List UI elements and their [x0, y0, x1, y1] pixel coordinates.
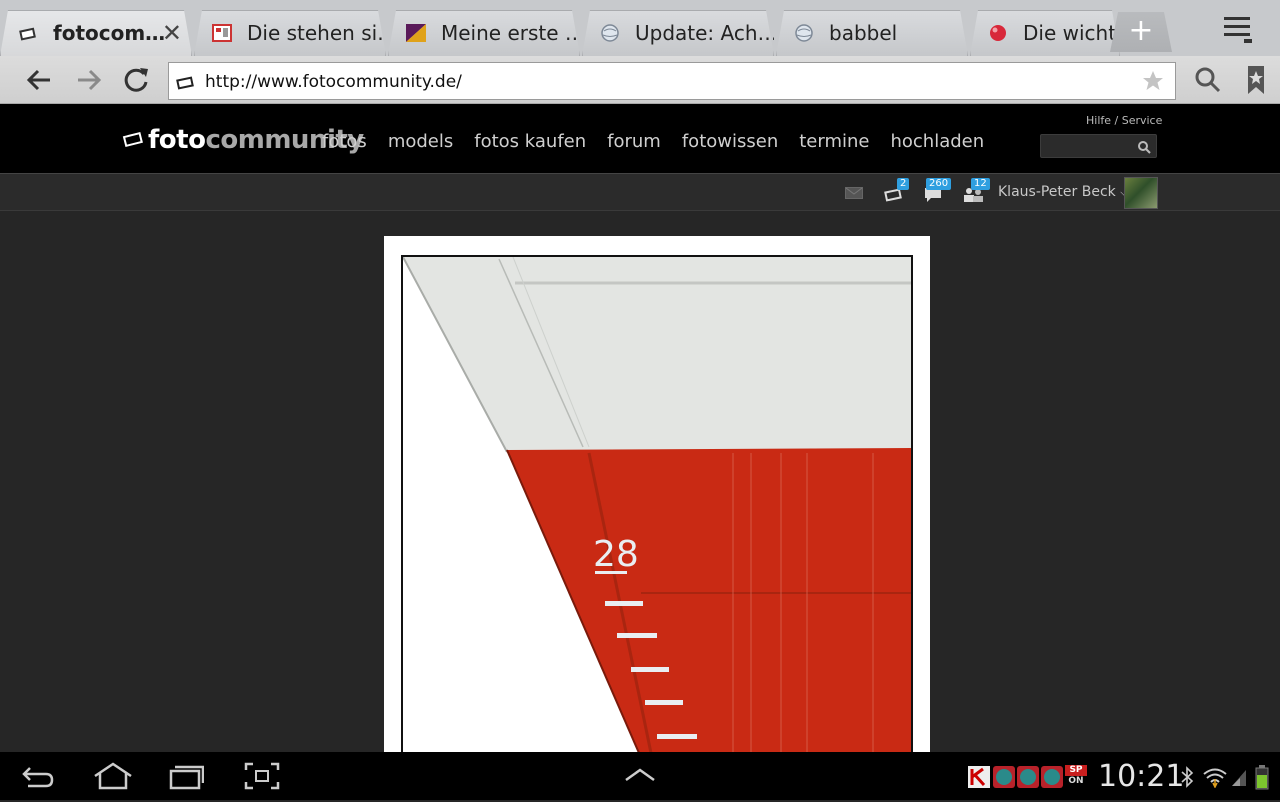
- sp-on-icon[interactable]: SP ON: [1065, 765, 1087, 789]
- tab-title: Die wichtig: [1023, 21, 1120, 45]
- photo-card: 28: [384, 236, 930, 756]
- draft-number: 28: [593, 534, 639, 575]
- flag-favicon: [406, 24, 426, 42]
- nav-hochladen[interactable]: hochladen: [890, 104, 984, 173]
- recent-apps-icon[interactable]: [168, 762, 204, 790]
- globe-favicon: [601, 24, 619, 42]
- red-ball-favicon: [990, 25, 1006, 41]
- back-nav-icon[interactable]: [20, 762, 56, 790]
- help-service-link[interactable]: Hilfe / Service: [1086, 114, 1162, 127]
- comments-notifications[interactable]: 260: [924, 178, 964, 203]
- tab-title: Die stehen si…: [247, 21, 386, 45]
- signal-icon: [1232, 770, 1246, 786]
- user-bar: 2 260 12 Klaus-Peter Beck ⌵: [0, 173, 1280, 211]
- antivirus-k-icon[interactable]: [968, 766, 990, 788]
- fotocommunity-favicon: [176, 76, 194, 90]
- url-field[interactable]: http://www.fotocommunity.de/: [168, 62, 1176, 100]
- camera-notifications[interactable]: 2: [884, 178, 910, 203]
- browser-menu-icon[interactable]: [1222, 14, 1254, 44]
- username: Klaus-Peter Beck: [998, 184, 1116, 200]
- main-content: 28: [0, 211, 1280, 756]
- chevron-up-icon[interactable]: [622, 762, 658, 790]
- reload-icon[interactable]: [116, 62, 156, 98]
- browser-tab-strip: fotocom… ✕ Die stehen si… Meine erste … …: [0, 0, 1280, 56]
- globe-favicon: [795, 24, 813, 42]
- sp-label: SP: [1065, 765, 1087, 776]
- tab-title: Meine erste …: [441, 21, 580, 45]
- friends-notifications[interactable]: 12: [962, 178, 996, 203]
- nav-fotos[interactable]: fotos: [322, 104, 367, 173]
- tab-fotocommunity[interactable]: fotocom… ✕: [0, 10, 192, 56]
- photo[interactable]: 28: [401, 255, 913, 755]
- new-tab-button[interactable]: +: [1110, 12, 1172, 52]
- app-notification-icon[interactable]: [993, 766, 1015, 788]
- app-notification-icon[interactable]: [1041, 766, 1063, 788]
- logo-text-foto: foto: [148, 125, 206, 155]
- clock: 10:21: [1098, 759, 1185, 794]
- system-navigation-bar: SP ON 10:21: [0, 752, 1280, 800]
- bookmarks-icon[interactable]: [1236, 62, 1276, 98]
- nav-forum[interactable]: forum: [607, 104, 661, 173]
- tab-blog[interactable]: Meine erste …: [388, 10, 580, 56]
- site-header: fotocommunity fotos models fotos kaufen …: [0, 104, 1280, 173]
- nav-models[interactable]: models: [388, 104, 453, 173]
- wifi-icon: [1203, 768, 1227, 788]
- battery-icon: [1255, 765, 1269, 790]
- url-text: http://www.fotocommunity.de/: [205, 72, 462, 92]
- ship-hull-image: 28: [403, 257, 911, 753]
- friends-count-badge: 12: [971, 178, 990, 190]
- tab-babbel[interactable]: babbel: [776, 10, 968, 56]
- logo-camera-icon: [122, 132, 143, 148]
- comments-count-badge: 260: [926, 178, 952, 190]
- tab-title: Update: Ach…: [635, 21, 774, 45]
- main-nav: fotos models fotos kaufen forum fotowiss…: [322, 104, 1005, 173]
- camera-count-badge: 2: [897, 178, 910, 190]
- site-search-input[interactable]: [1040, 134, 1157, 158]
- nav-termine[interactable]: termine: [799, 104, 869, 173]
- bookmark-star-icon[interactable]: [1141, 69, 1165, 93]
- tab-update[interactable]: Update: Ach…: [582, 10, 774, 56]
- tab-news[interactable]: Die stehen si…: [194, 10, 386, 56]
- close-tab-icon[interactable]: ✕: [162, 10, 182, 56]
- fotocommunity-favicon: [19, 27, 36, 41]
- tab-die-wichtig[interactable]: Die wichtig: [970, 10, 1120, 56]
- tab-title: babbel: [829, 21, 898, 45]
- forward-icon[interactable]: [68, 62, 108, 98]
- nav-fotos-kaufen[interactable]: fotos kaufen: [474, 104, 586, 173]
- user-menu[interactable]: Klaus-Peter Beck ⌵: [998, 174, 1129, 211]
- home-icon[interactable]: [92, 762, 134, 790]
- back-icon[interactable]: [20, 62, 60, 98]
- app-notification-icon[interactable]: [1017, 766, 1039, 788]
- search-icon[interactable]: [1137, 140, 1151, 154]
- envelope-icon[interactable]: [845, 187, 863, 199]
- tab-title: fotocom…: [53, 21, 166, 45]
- news-favicon: [212, 24, 232, 42]
- on-label: ON: [1068, 776, 1084, 786]
- screenshot-icon[interactable]: [244, 762, 280, 790]
- nav-fotowissen[interactable]: fotowissen: [682, 104, 778, 173]
- search-icon[interactable]: [1188, 62, 1228, 98]
- bluetooth-icon: [1181, 766, 1194, 788]
- avatar[interactable]: [1124, 177, 1158, 209]
